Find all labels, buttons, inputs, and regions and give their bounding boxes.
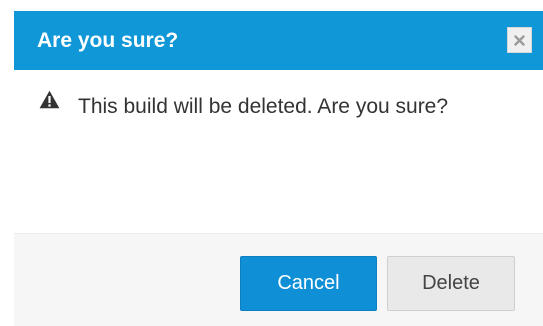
dialog-body: This build will be deleted. Are you sure… (14, 70, 543, 233)
close-icon (514, 34, 525, 46)
confirm-dialog: Are you sure? This build will be deleted… (0, 0, 543, 326)
cancel-button[interactable]: Cancel (240, 256, 377, 311)
warning-icon (39, 90, 60, 109)
dialog-footer: Cancel Delete (14, 233, 543, 326)
dialog-title-bar: Are you sure? (14, 11, 543, 70)
dialog-message: This build will be deleted. Are you sure… (78, 95, 449, 118)
close-button[interactable] (507, 27, 532, 53)
delete-button[interactable]: Delete (387, 256, 515, 311)
dialog-title: Are you sure? (37, 29, 179, 52)
